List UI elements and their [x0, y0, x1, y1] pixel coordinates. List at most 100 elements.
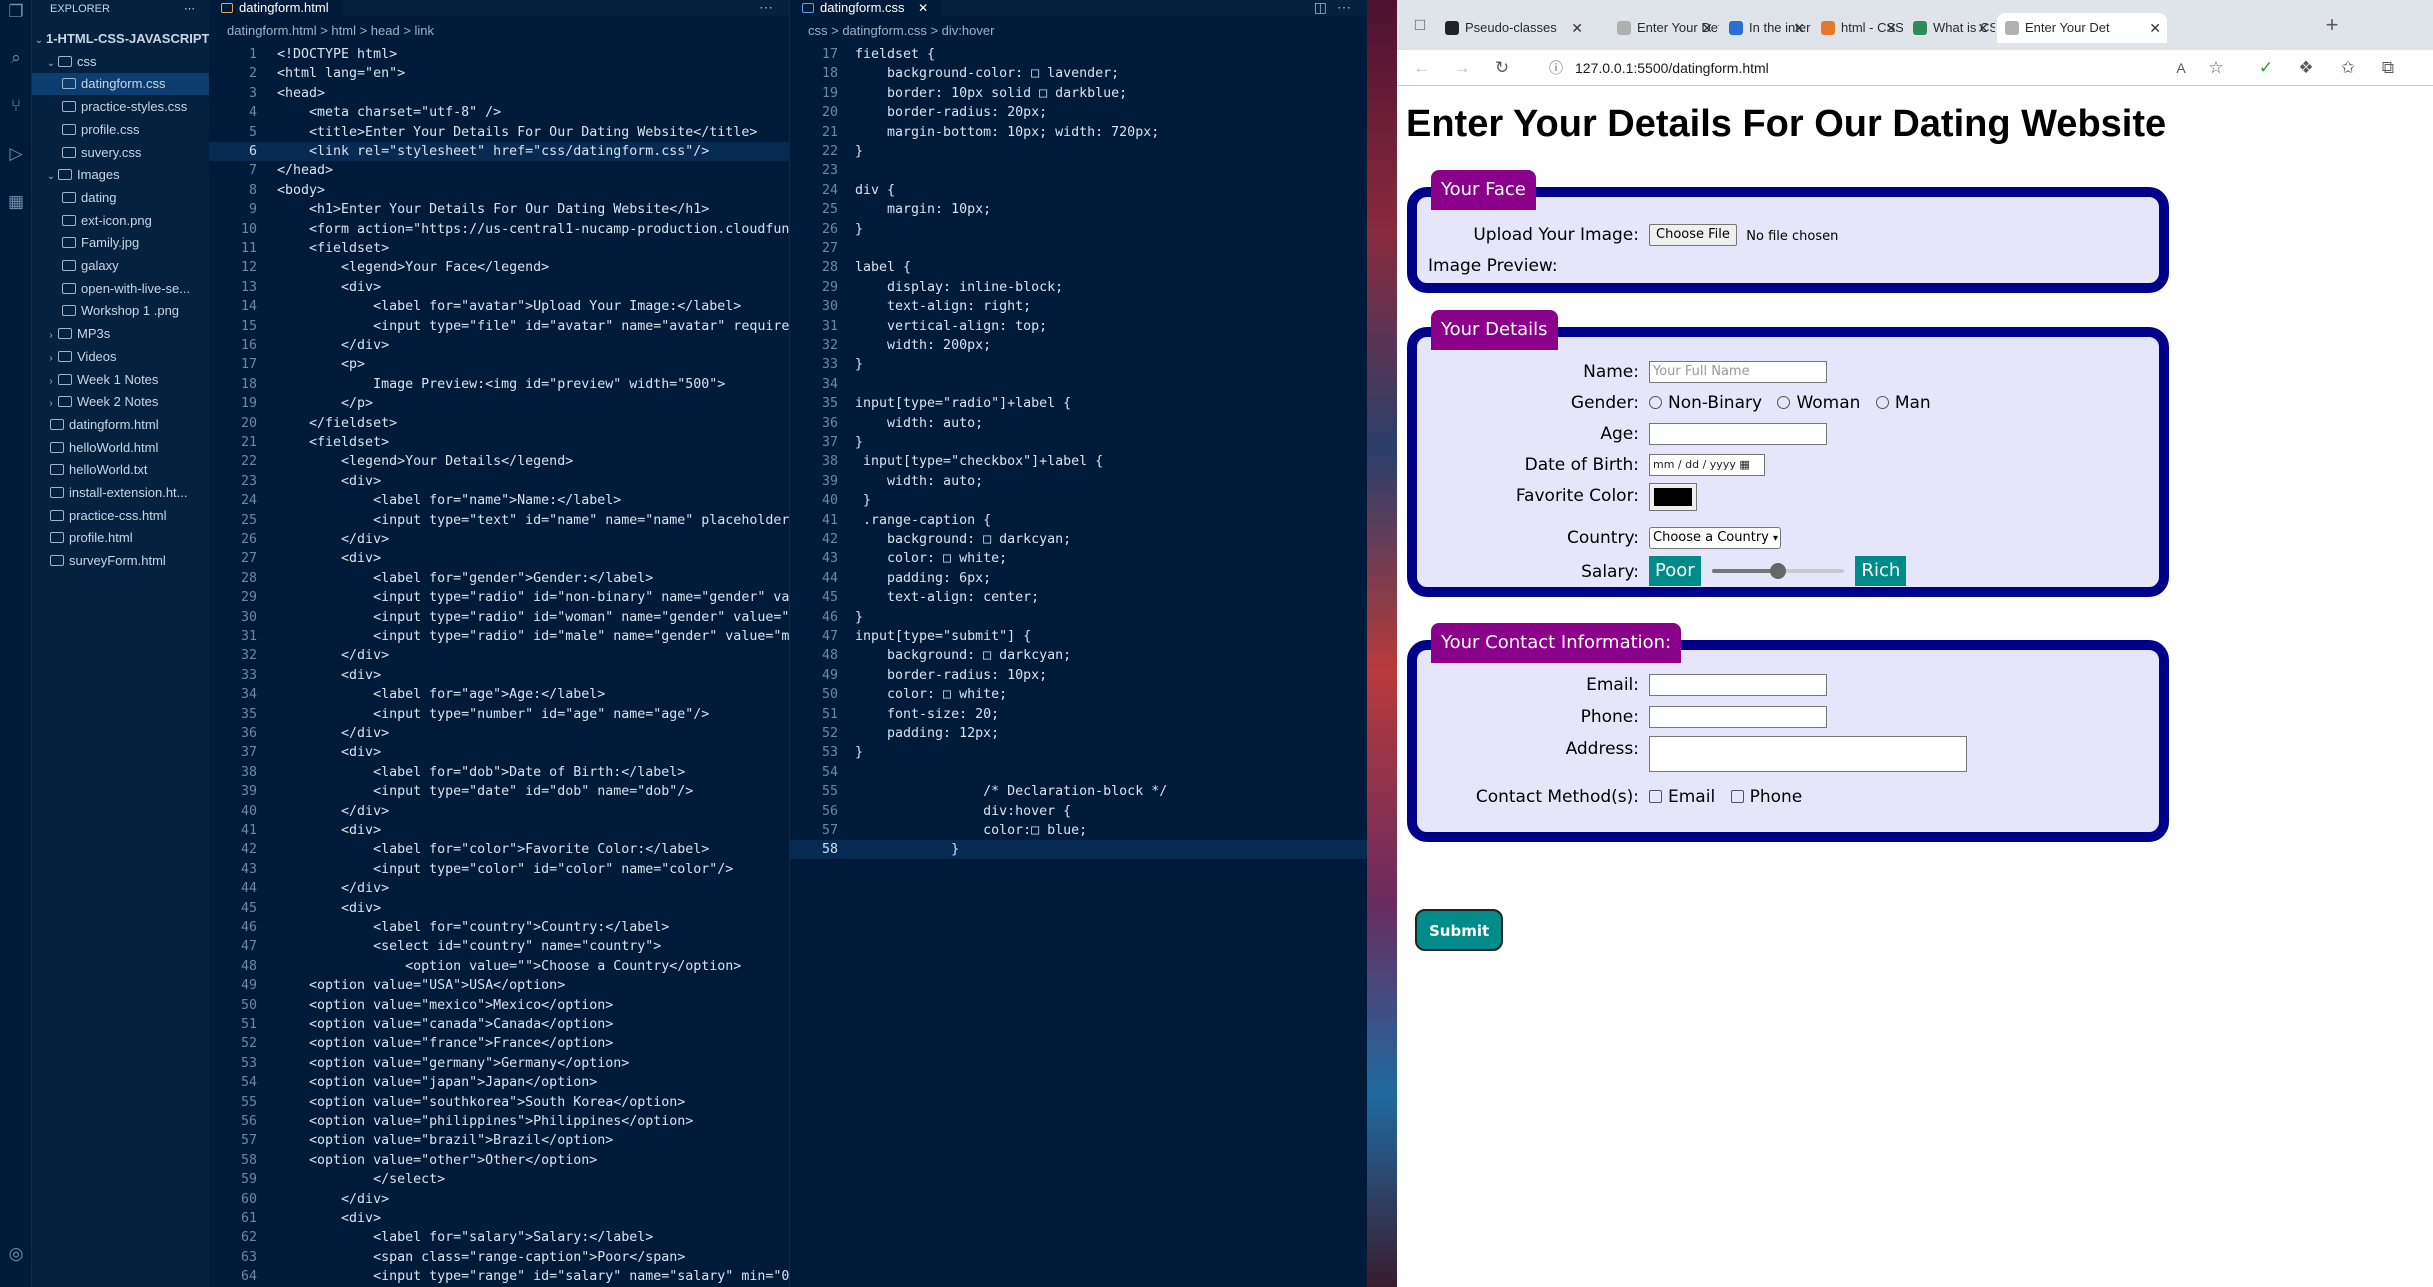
- breadcrumb[interactable]: datingform.html > html > head > link: [209, 20, 789, 42]
- editor-more-icon[interactable]: ⋯: [759, 0, 773, 14]
- extensions-icon[interactable]: ▦: [6, 192, 26, 212]
- file-item[interactable]: datingform.html: [32, 414, 209, 436]
- email-input[interactable]: [1649, 674, 1827, 696]
- code-line[interactable]: 37 <div>: [209, 743, 789, 762]
- forward-icon[interactable]: →: [1451, 57, 1473, 79]
- close-icon[interactable]: ✕: [2149, 13, 2161, 43]
- code-line[interactable]: 38 <label for="dob">Date of Birth:</labe…: [209, 763, 789, 782]
- code-line[interactable]: 31 <input type="radio" id="male" name="g…: [209, 627, 789, 646]
- browser-tab[interactable]: Pseudo-classes ✕: [1437, 13, 1589, 43]
- file-item[interactable]: helloWorld.txt: [32, 459, 209, 481]
- folder-item[interactable]: ⌄ Images: [32, 164, 209, 186]
- read-aloud-icon[interactable]: A: [2170, 57, 2192, 79]
- code-line[interactable]: 15 <input type="file" id="avatar" name="…: [209, 317, 789, 336]
- code-line[interactable]: 53}: [790, 743, 1367, 762]
- folder-item[interactable]: › Week 1 Notes: [32, 369, 209, 391]
- color-picker[interactable]: [1649, 483, 1697, 511]
- code-line[interactable]: 21 <fieldset>: [209, 433, 789, 452]
- code-line[interactable]: 57 color:□ blue;: [790, 821, 1367, 840]
- choose-file-button[interactable]: Choose File: [1649, 224, 1737, 246]
- code-line[interactable]: 48 <option value="">Choose a Country</op…: [209, 957, 789, 976]
- code-line[interactable]: 52 <option value="france">France</option…: [209, 1034, 789, 1053]
- code-line[interactable]: 29 <input type="radio" id="non-binary" n…: [209, 588, 789, 607]
- file-item[interactable]: helloWorld.html: [32, 437, 209, 459]
- code-line[interactable]: 45 <div>: [209, 899, 789, 918]
- age-input[interactable]: [1649, 423, 1827, 445]
- css-editor[interactable]: datingform.css ✕ ◫ ⋯ css > datingform.cs…: [789, 0, 1367, 1287]
- code-line[interactable]: 18 Image Preview:<img id="preview" width…: [209, 375, 789, 394]
- code-line[interactable]: 58 <option value="other">Other</option>: [209, 1151, 789, 1170]
- file-item[interactable]: galaxy: [32, 255, 209, 277]
- code-line[interactable]: 31 vertical-align: top;: [790, 317, 1367, 336]
- code-line[interactable]: 16 </div>: [209, 336, 789, 355]
- code-line[interactable]: 53 <option value="germany">Germany</opti…: [209, 1054, 789, 1073]
- name-input[interactable]: Your Full Name: [1649, 361, 1827, 383]
- back-icon[interactable]: ←: [1411, 57, 1433, 79]
- code-line[interactable]: 54: [790, 763, 1367, 782]
- code-line[interactable]: 21 margin-bottom: 10px; width: 720px;: [790, 123, 1367, 142]
- code-line[interactable]: 44 padding: 6px;: [790, 569, 1367, 588]
- checkbox-phone[interactable]: [1730, 790, 1744, 803]
- code-line[interactable]: 30 <input type="radio" id="woman" name="…: [209, 608, 789, 627]
- code-line[interactable]: 27: [790, 239, 1367, 258]
- code-line[interactable]: 63 <span class="range-caption">Poor</spa…: [209, 1248, 789, 1267]
- code-line[interactable]: 39 width: auto;: [790, 472, 1367, 491]
- shield-icon[interactable]: ✓: [2255, 57, 2277, 79]
- extensions-icon[interactable]: ❖: [2295, 57, 2317, 79]
- slider-thumb[interactable]: [1770, 563, 1787, 579]
- code-line[interactable]: 60 </div>: [209, 1190, 789, 1209]
- code-line[interactable]: 30 text-align: right;: [790, 297, 1367, 316]
- code-line[interactable]: 17 <p>: [209, 355, 789, 374]
- close-icon[interactable]: ✕: [1977, 13, 1989, 43]
- folder-item[interactable]: › MP3s: [32, 323, 209, 345]
- explorer-more-icon[interactable]: ⋯: [184, 0, 195, 18]
- code-line[interactable]: 35 <input type="number" id="age" name="a…: [209, 705, 789, 724]
- folder-item[interactable]: › Videos: [32, 346, 209, 368]
- code-line[interactable]: 43 <input type="color" id="color" name="…: [209, 860, 789, 879]
- file-item[interactable]: open-with-live-se...: [32, 278, 209, 300]
- code-line[interactable]: 34: [790, 375, 1367, 394]
- code-line[interactable]: 55 /* Declaration-block */: [790, 782, 1367, 801]
- code-line[interactable]: 13 <div>: [209, 278, 789, 297]
- code-line[interactable]: 41 <div>: [209, 821, 789, 840]
- code-line[interactable]: 1 <!DOCTYPE html>: [209, 45, 789, 64]
- salary-slider[interactable]: [1712, 559, 1845, 583]
- code-line[interactable]: 45 text-align: center;: [790, 588, 1367, 607]
- phone-input[interactable]: [1649, 706, 1827, 728]
- code-line[interactable]: 35 input[type="radio"]+label {: [790, 394, 1367, 413]
- new-tab-icon[interactable]: +: [2321, 14, 2343, 36]
- file-item[interactable]: practice-css.html: [32, 505, 209, 527]
- favorite-icon[interactable]: ☆: [2205, 57, 2227, 79]
- code-line[interactable]: 38 input[type="checkbox"]+label {: [790, 452, 1367, 471]
- code-line[interactable]: 24 div {: [790, 181, 1367, 200]
- code-line[interactable]: 34 <label for="age">Age:</label>: [209, 685, 789, 704]
- code-line[interactable]: 22 <legend>Your Details</legend>: [209, 452, 789, 471]
- code-line[interactable]: 47 input[type="submit"] {: [790, 627, 1367, 646]
- file-item[interactable]: profile.html: [32, 527, 209, 549]
- file-item[interactable]: Family.jpg: [32, 232, 209, 254]
- code-line[interactable]: 24 <label for="name">Name:</label>: [209, 491, 789, 510]
- code-line[interactable]: 29 display: inline-block;: [790, 278, 1367, 297]
- folder-item[interactable]: ⌄ css: [32, 51, 209, 73]
- code-line[interactable]: 3 <head>: [209, 84, 789, 103]
- code-line[interactable]: 51 font-size: 20;: [790, 705, 1367, 724]
- code-line[interactable]: 40 </div>: [209, 802, 789, 821]
- tab-actions-icon[interactable]: □: [1409, 14, 1431, 36]
- code-line[interactable]: 6 <link rel="stylesheet" href="css/datin…: [209, 142, 789, 161]
- code-line[interactable]: 46 <label for="country">Country:</label>: [209, 918, 789, 937]
- code-line[interactable]: 26 </div>: [209, 530, 789, 549]
- folder-item[interactable]: › Week 2 Notes: [32, 391, 209, 413]
- radio-woman[interactable]: [1777, 396, 1791, 409]
- code-line[interactable]: 26}: [790, 220, 1367, 239]
- code-line[interactable]: 50 color: □ white;: [790, 685, 1367, 704]
- code-line[interactable]: 19 border: 10px solid □ darkblue;: [790, 84, 1367, 103]
- split-editor-icon[interactable]: ◫: [1314, 0, 1327, 14]
- code-line[interactable]: 10 <form action="https://us-central1-nuc…: [209, 220, 789, 239]
- code-line[interactable]: 37}: [790, 433, 1367, 452]
- account-icon[interactable]: ◎: [6, 1244, 26, 1264]
- browser-tab[interactable]: Enter Your Det ✕: [1997, 13, 2167, 43]
- code-line[interactable]: 23: [790, 161, 1367, 180]
- run-debug-icon[interactable]: ▷: [6, 144, 26, 164]
- source-control-icon[interactable]: ⑂: [6, 96, 26, 116]
- file-item[interactable]: install-extension.ht...: [32, 482, 209, 504]
